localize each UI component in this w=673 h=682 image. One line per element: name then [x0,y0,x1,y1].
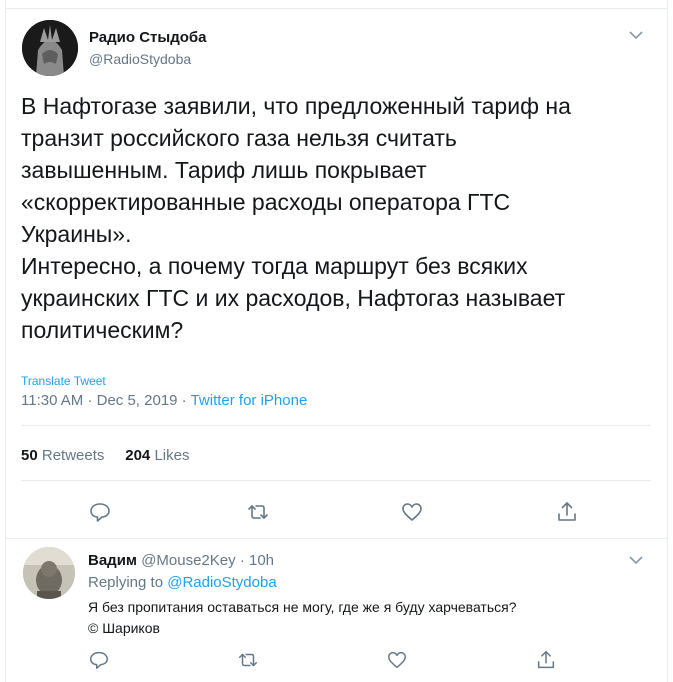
retweets-count: 50 [21,447,38,464]
tweet-time[interactable]: 11:30 AM [21,392,83,409]
reply-author-handle[interactable]: @Mouse2Key [141,552,235,569]
reply-icon[interactable] [88,649,112,673]
replying-to-label: Replying to [88,574,164,591]
replying-to: Replying to @RadioStydoba [88,574,277,591]
retweet-icon[interactable] [246,500,270,524]
reply-header: Вадим @Mouse2Key · 10h [88,552,274,569]
reply-age[interactable]: 10h [249,552,274,569]
likes-label: Likes [154,447,190,464]
chevron-down-icon[interactable] [628,28,644,40]
share-icon[interactable] [535,649,559,673]
reply-text: Я без пропитания оставаться не могу, где… [88,599,517,636]
avatar[interactable] [22,20,78,76]
retweet-icon[interactable] [237,649,261,673]
divider [21,480,651,481]
divider [5,538,668,539]
tweet-date[interactable]: Dec 5, 2019 [97,392,178,409]
avatar[interactable] [23,547,75,599]
retweets-stat[interactable]: 50 Retweets [21,447,104,464]
chevron-down-icon[interactable] [628,553,644,565]
tweet-stats: 50 Retweets 204 Likes [21,447,189,464]
author-handle[interactable]: @RadioStydoba [89,51,191,67]
meta-separator: · [239,552,245,569]
likes-stat[interactable]: 204 Likes [125,447,189,464]
likes-count: 204 [125,447,151,464]
reply-author-name[interactable]: Вадим [88,552,137,569]
tweet-meta: 11:30 AM · Dec 5, 2019 · Twitter for iPh… [21,392,307,409]
retweets-label: Retweets [41,447,105,464]
share-icon[interactable] [555,500,579,524]
heart-icon[interactable] [400,500,424,524]
divider [21,425,651,426]
meta-separator: · [181,392,187,409]
tweet-text: В Нафтогазе заявили, что предложенный та… [21,93,571,343]
tweet-source[interactable]: Twitter for iPhone [191,392,308,409]
heart-icon[interactable] [386,649,410,673]
replying-to-handle[interactable]: @RadioStydoba [167,574,276,591]
reply-icon[interactable] [88,500,112,524]
author-name[interactable]: Радио Стыдоба [89,29,207,46]
meta-separator: · [87,392,93,409]
top-divider [5,8,668,9]
translate-tweet-link[interactable]: Translate Tweet [21,374,106,388]
